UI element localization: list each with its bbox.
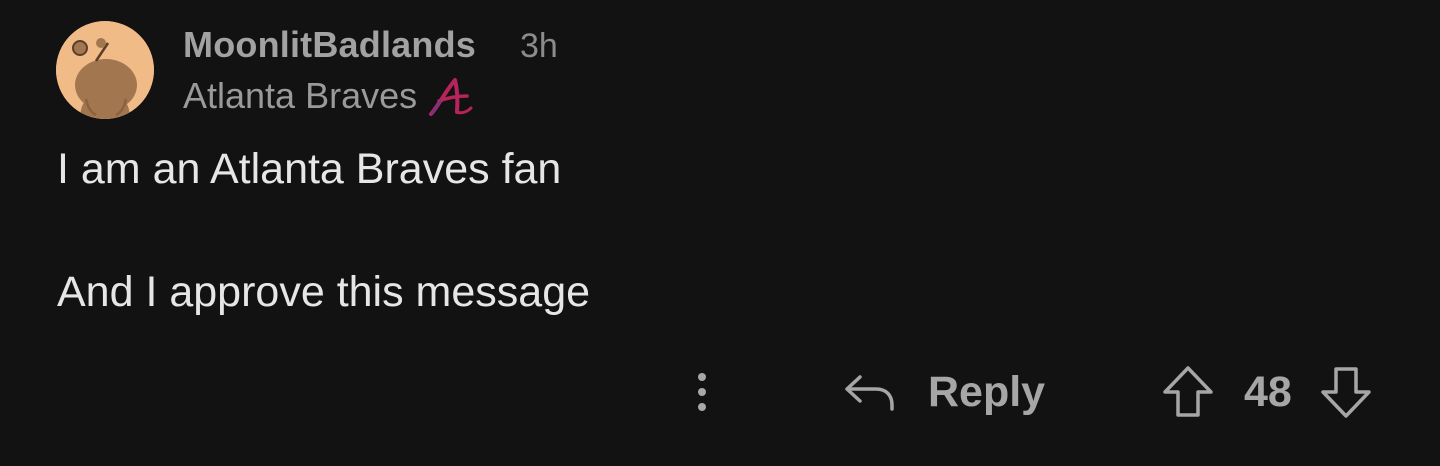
reply-arrow-icon	[845, 375, 894, 411]
vertical-ellipsis-icon	[698, 373, 706, 381]
ellipsis-dot	[698, 388, 706, 396]
user-flair: Atlanta Braves	[183, 74, 473, 118]
comment-author[interactable]: MoonlitBadlands	[183, 22, 476, 68]
flair-text: Atlanta Braves	[183, 75, 418, 116]
comment-body-line-1: I am an Atlanta Braves fan	[57, 145, 562, 193]
ellipsis-dot	[698, 403, 706, 411]
reply-button[interactable]: Reply	[842, 360, 1045, 424]
vote-controls: 48	[1160, 360, 1374, 424]
comment-timestamp: 3h	[520, 27, 558, 65]
reply-label: Reply	[928, 368, 1046, 416]
snoo-avatar-icon	[56, 21, 154, 119]
more-options-button[interactable]	[682, 362, 722, 422]
user-avatar[interactable]	[56, 21, 154, 119]
comment-body-line-2: And I approve this message	[57, 268, 591, 316]
vote-score: 48	[1244, 368, 1292, 416]
downvote-arrow-icon[interactable]	[1318, 363, 1374, 421]
braves-logo-icon	[429, 78, 473, 116]
upvote-arrow-icon[interactable]	[1160, 363, 1216, 421]
comment: MoonlitBadlands 3h Atlanta Braves I am a…	[0, 0, 1440, 466]
